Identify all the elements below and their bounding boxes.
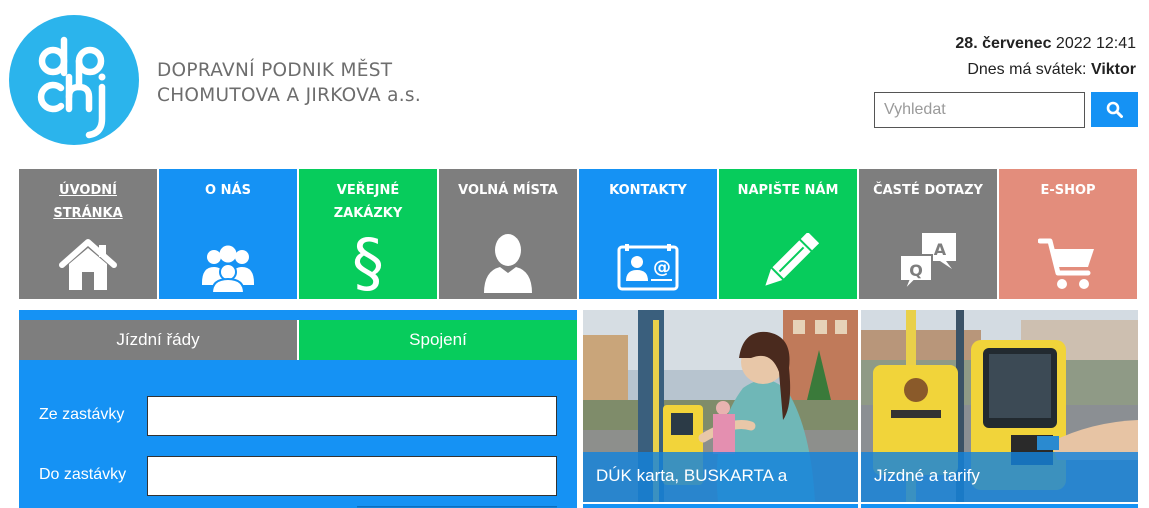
promo-card-fares[interactable]: Jízdné a tarify [861,310,1138,502]
search-button[interactable] [1091,92,1138,127]
shopping-cart-icon [1038,238,1094,289]
nav-tile-public-contracts[interactable]: VEŘEJNÉ ZAKÁZKY § [299,169,437,299]
nav-tile-label: NAPIŠTE NÁM [737,183,839,198]
nav-tile-label: VOLNÁ MÍSTA [458,183,558,198]
nav-tile-jobs[interactable]: VOLNÁ MÍSTA [439,169,577,299]
nameday: Dnes má svátek: Viktor [967,61,1136,79]
logo[interactable] [9,15,139,145]
promo-divider [861,504,1138,508]
nav-tile-home[interactable]: ÚVODNÍ STRÁNKA [19,169,157,299]
nav-tile-about[interactable]: O NÁS [159,169,297,299]
promo-divider [583,504,858,508]
promo-caption: Jízdné a tarify [861,452,1138,502]
tab-connections[interactable]: Spojení [299,320,577,360]
date-bold: 28. červenec [955,35,1052,52]
company-name-line1: DOPRAVNÍ PODNIK MĚST [157,60,393,81]
nav-tile-label: ČASTÉ DOTAZY [873,183,983,198]
nameday-prefix: Dnes má svátek: [967,61,1087,78]
timetable-search-panel: Jízdní řády Spojení Ze zastávky Do zastá… [19,310,577,508]
search-input[interactable] [874,92,1085,128]
svg-text:A: A [934,240,947,259]
current-datetime: 28. červenec 2022 12:41 [955,35,1136,53]
nav-tile-write-us[interactable]: NAPIŠTE NÁM [719,169,857,299]
search-icon [1106,101,1123,118]
promo-card-dukkarta[interactable]: DÚK karta, BUSKARTA a odbavení [583,310,858,502]
person-silhouette-icon [484,234,532,293]
company-name: DOPRAVNÍ PODNIK MĚST CHOMUTOVA A JIRKOVA… [157,58,421,108]
company-name-line2: CHOMUTOVA A JIRKOVA a.s. [157,85,422,106]
qa-bubbles-icon: A Q [899,233,956,292]
dpchj-logo-mark [37,36,106,139]
promo-caption: DÚK karta, BUSKARTA a odbavení [583,452,858,502]
nav-tile-label: O NÁS [205,183,251,198]
section-sign-icon: § [352,227,384,293]
nameday-name: Viktor [1090,61,1136,78]
home-icon [59,239,117,290]
nav-tile-label: KONTAKTY [609,183,687,198]
nav-tile-eshop[interactable]: E-SHOP [999,169,1137,299]
nav-tile-contacts[interactable]: KONTAKTY @ [579,169,717,299]
people-group-icon [202,245,254,293]
nav-tile-label: E-SHOP [1040,183,1096,198]
nav-tile-label: ÚVODNÍ STRÁNKA [53,183,123,221]
to-stop-label: Do zastávky [39,466,127,483]
contact-card-icon: @ [617,244,679,291]
nav-tile-faq[interactable]: ČASTÉ DOTAZY A Q [859,169,997,299]
tab-timetables[interactable]: Jízdní řády [19,320,299,360]
timetable-tabs: Jízdní řády Spojení [19,320,577,360]
main-navigation: ÚVODNÍ STRÁNKA O NÁS VEŘEJNÉ ZAKÁZKY § V… [19,169,1138,299]
from-stop-input[interactable] [147,396,557,436]
to-stop-input[interactable] [147,456,557,496]
date-rest: 2022 12:41 [1055,35,1136,52]
from-stop-label: Ze zastávky [39,406,125,423]
svg-text:§: § [352,227,384,293]
svg-text:Q: Q [909,261,923,280]
nav-tile-label: VEŘEJNÉ ZAKÁZKY [333,183,403,221]
pencil-icon [765,233,819,286]
svg-text:@: @ [653,257,671,278]
